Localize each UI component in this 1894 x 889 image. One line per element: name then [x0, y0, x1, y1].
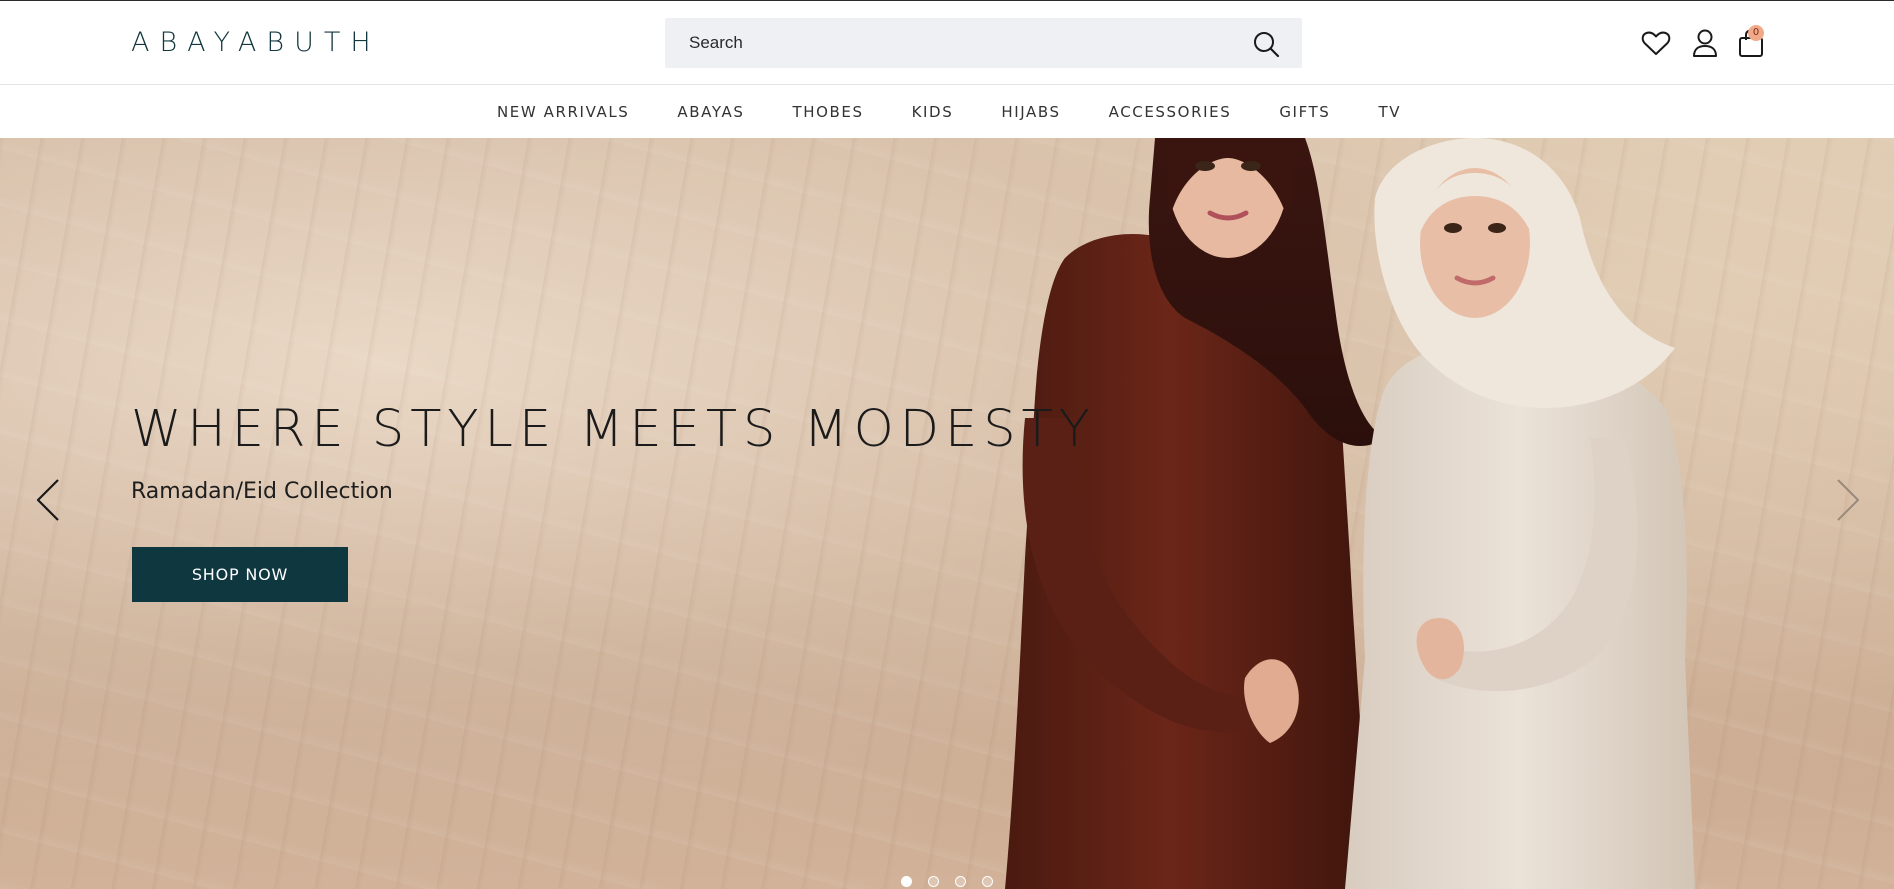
nav-item-thobes[interactable]: THOBES [768, 103, 887, 121]
carousel-dot-2[interactable] [928, 876, 939, 887]
carousel-dot-4[interactable] [982, 876, 993, 887]
nav-item-new-arrivals[interactable]: NEW ARRIVALS [473, 103, 653, 121]
carousel-pagination [901, 876, 993, 887]
nav-item-accessories[interactable]: ACCESSORIES [1085, 103, 1256, 121]
carousel-next-arrow-icon[interactable] [1832, 478, 1862, 522]
heart-icon[interactable] [1640, 27, 1672, 59]
carousel-prev-arrow-icon[interactable] [34, 478, 64, 522]
nav-item-tv[interactable]: TV [1354, 103, 1425, 121]
nav-item-kids[interactable]: KIDS [888, 103, 978, 121]
cart-count-badge: 0 [1748, 25, 1764, 41]
main-navigation: NEW ARRIVALS ABAYAS THOBES KIDS HIJABS A… [0, 86, 1894, 138]
carousel-dot-1[interactable] [901, 876, 912, 887]
shop-now-button[interactable]: SHOP NOW [132, 547, 348, 602]
search-input[interactable] [665, 18, 1235, 68]
site-header: ABAYABUTH 0 [0, 1, 1894, 85]
hero-model-right-image [1345, 138, 1695, 889]
brand-logo[interactable]: ABAYABUTH [131, 28, 381, 58]
hero-subtitle: Ramadan/Eid Collection [131, 479, 393, 504]
search-icon[interactable] [1252, 30, 1280, 58]
nav-item-gifts[interactable]: GIFTS [1255, 103, 1354, 121]
hero-title: WHERE STYLE MEETS MODESTY [131, 400, 1096, 459]
user-icon[interactable] [1689, 27, 1721, 59]
nav-item-abayas[interactable]: ABAYAS [653, 103, 768, 121]
search-bar [665, 18, 1302, 68]
nav-item-hijabs[interactable]: HIJABS [977, 103, 1084, 121]
carousel-dot-3[interactable] [955, 876, 966, 887]
